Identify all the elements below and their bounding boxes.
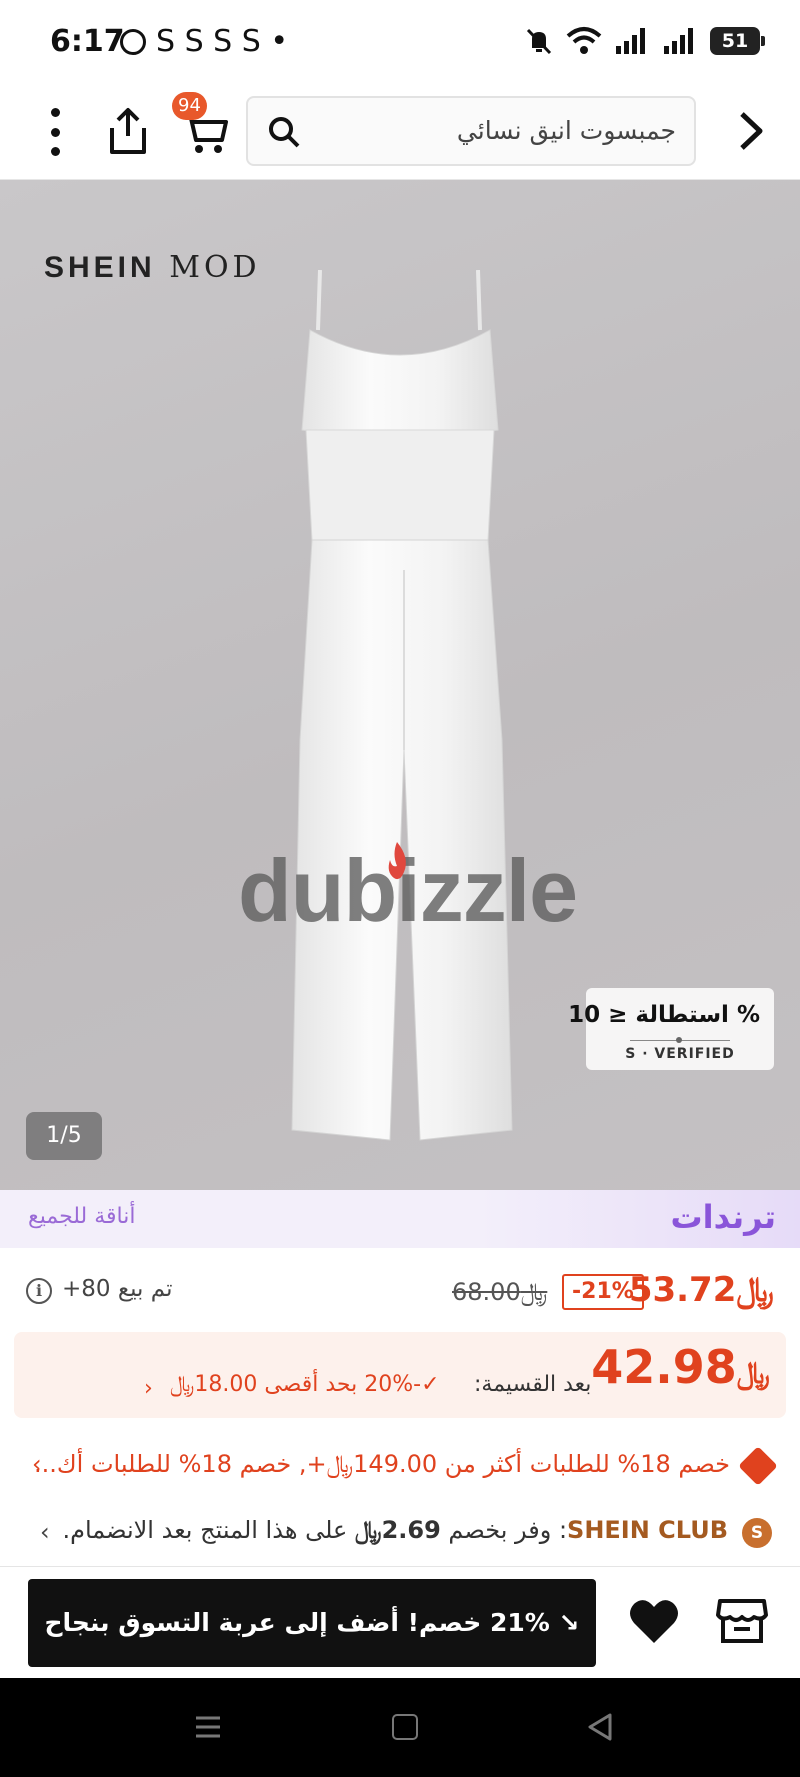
brand-logo: SHEIN MOD [44, 250, 261, 285]
wifi-icon [566, 27, 602, 54]
store-icon[interactable] [716, 1597, 768, 1645]
coupon-detail: ✓-20% بحد أقصى 18.00﷼ [170, 1372, 440, 1397]
home-icon[interactable] [392, 1714, 418, 1740]
image-page-counter: 1/5 [26, 1112, 102, 1160]
tag-icon [738, 1446, 778, 1486]
share-icon[interactable] [104, 106, 152, 156]
jumpsuit-image [291, 270, 513, 1141]
trends-subtitle: أناقة للجميع [28, 1204, 136, 1229]
stretch-label: % استطالة ≤ 10 [568, 1002, 760, 1028]
chevron-right-icon[interactable]: › [144, 1376, 153, 1401]
search-input[interactable]: جمبسوت انيق نسائي [246, 96, 696, 166]
divider-dot [676, 1037, 682, 1043]
price-row: ﷼53.72 -21% ﷼68.00 تم بيع 80+ i [0, 1248, 800, 1332]
bottom-action-bar: ↘ 21% خصم! أضف إلى عربة التسوق بنجاح [0, 1566, 800, 1678]
notification-icons: S S S S • [120, 24, 288, 59]
more-menu-icon[interactable] [40, 108, 70, 156]
discount-badge: -21% [562, 1274, 644, 1310]
signal-icon-2 [664, 28, 693, 54]
wishlist-heart-icon[interactable] [628, 1597, 680, 1645]
promo-row[interactable]: خصم 18% للطلبات أكثر من 149.00﷼+, خصم 18… [0, 1430, 800, 1502]
whatsapp-icon [120, 28, 146, 55]
system-icons: 51 [524, 26, 765, 56]
flame-icon [388, 842, 406, 880]
coupon-price-card[interactable]: ﷼42.98 بعد القسيمة: ✓-20% بحد أقصى 18.00… [14, 1332, 786, 1418]
mute-icon [526, 28, 552, 55]
stretch-badge: % استطالة ≤ 10 S · VERIFIED [568, 988, 774, 1070]
coupon-price: ﷼42.98 [591, 1340, 770, 1394]
verified-label: S · VERIFIED [625, 1046, 735, 1062]
trends-banner[interactable]: ترندات أناقة للجميع [0, 1190, 800, 1248]
status-time: 6:17 [50, 24, 125, 59]
cart-count-badge: 94 [172, 92, 207, 120]
status-bar: 6:17 S S S S • 51 [0, 0, 800, 84]
club-icon: S [742, 1518, 772, 1548]
club-text: SHEIN CLUB: وفر بخصم 2.69﷼ على هذا المنت… [62, 1516, 728, 1544]
notification-letters: S S S S • [156, 24, 289, 59]
system-navigation-bar [0, 1678, 800, 1777]
info-icon[interactable]: i [26, 1278, 52, 1304]
product-image[interactable]: SHEIN MOD dubizzle % استطالة ≤ 10 S · VE… [0, 180, 800, 1190]
coupon-label: بعد القسيمة: [474, 1372, 592, 1397]
add-to-cart-button[interactable]: ↘ 21% خصم! أضف إلى عربة التسوق بنجاح [28, 1579, 596, 1667]
chevron-left-icon[interactable]: ‹ [40, 1518, 50, 1546]
battery-icon: 51 [710, 27, 765, 55]
shein-club-row[interactable]: S SHEIN CLUB: وفر بخصم 2.69﷼ على هذا الم… [0, 1504, 800, 1564]
original-price: ﷼68.00 [452, 1278, 548, 1306]
chevron-left-icon[interactable]: ‹ [32, 1450, 42, 1478]
search-icon[interactable] [266, 114, 302, 150]
search-query: جمبسوت انيق نسائي [456, 116, 676, 145]
signal-icon [616, 28, 645, 54]
back-icon[interactable] [586, 1712, 614, 1742]
trends-title: ترندات [670, 1198, 776, 1236]
chevron-right-icon[interactable] [730, 108, 770, 154]
current-price: ﷼53.72 [628, 1270, 774, 1310]
recent-apps-icon[interactable] [194, 1714, 222, 1740]
sold-count: تم بيع 80+ [62, 1276, 173, 1302]
promo-text: خصم 18% للطلبات أكثر من 149.00﷼+, خصم 18… [33, 1450, 730, 1478]
